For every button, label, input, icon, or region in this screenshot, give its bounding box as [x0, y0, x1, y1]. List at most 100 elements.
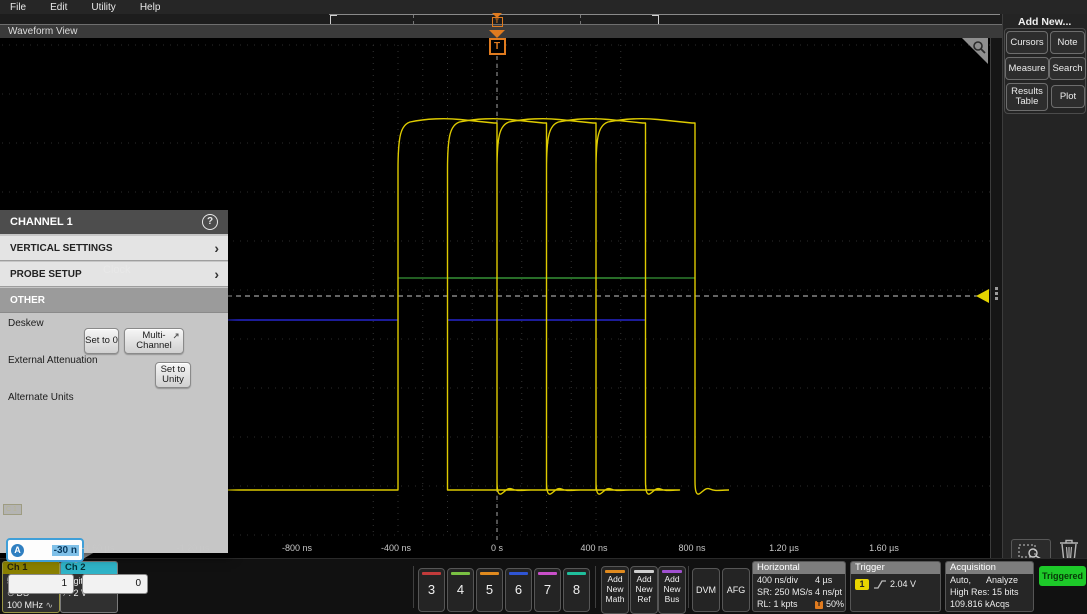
attenuation-field-1[interactable] — [8, 574, 74, 594]
menu-edit[interactable]: Edit — [50, 2, 67, 13]
ref-color-stripe — [634, 570, 654, 573]
ch8-button[interactable]: 8 — [563, 568, 590, 612]
triggered-badge: Triggered — [1039, 566, 1086, 586]
ch5-button[interactable]: 5 — [476, 568, 503, 612]
ch5-color-stripe — [480, 572, 499, 575]
ch6-label: 6 — [506, 582, 531, 597]
vertical-scroll-strip[interactable] — [990, 38, 1002, 558]
deskew-input[interactable]: A -30 n — [6, 538, 84, 562]
ch6-button[interactable]: 6 — [505, 568, 532, 612]
trigger-position-arrow-icon — [489, 30, 505, 38]
trigger-position-marker[interactable]: T — [488, 30, 506, 55]
attenuation-field-2[interactable] — [82, 574, 148, 594]
trigger-level-value: 2.04 V — [890, 578, 916, 590]
acquisition-mode: Auto, — [950, 575, 971, 585]
section-label: PROBE SETUP — [10, 269, 82, 280]
sample-interval: 4 ns/pt — [815, 586, 842, 598]
results-table-button[interactable]: Results Table — [1006, 83, 1048, 111]
horizontal-position: 50% — [826, 599, 844, 609]
note-button[interactable]: Note — [1050, 31, 1085, 54]
axis-tick-label: 400 ns — [580, 543, 607, 553]
dialog-title[interactable]: CHANNEL 1 — [0, 210, 228, 234]
add-ref-label: Add New Ref — [631, 575, 657, 604]
trigger-source-badge: 1 — [855, 579, 869, 590]
add-new-math-button[interactable]: Add New Math — [601, 566, 629, 614]
ch3-label: 3 — [419, 582, 444, 597]
trigger-title: Trigger — [851, 562, 940, 574]
bus-color-stripe — [662, 570, 682, 573]
ch3-button[interactable]: 3 — [418, 568, 445, 612]
magnifier-icon — [972, 40, 986, 54]
horizontal-window: 4 µs — [815, 574, 832, 586]
divider — [595, 566, 596, 608]
section-other[interactable]: OTHER — [0, 288, 228, 313]
menu-utility[interactable]: Utility — [91, 2, 115, 13]
menu-file[interactable]: File — [10, 2, 26, 13]
acquisition-count: 109.816 kAcqs — [946, 598, 1033, 610]
plot-button[interactable]: Plot — [1051, 85, 1085, 108]
deskew-value: -30 n — [52, 545, 79, 556]
ch1-bandwidth: 100 MHz — [7, 600, 43, 610]
ch4-color-stripe — [451, 572, 470, 575]
help-icon[interactable]: ? — [202, 214, 218, 230]
menu-help[interactable]: Help — [140, 2, 161, 13]
axis-tick-label: 1.60 µs — [869, 543, 899, 553]
minimap-tick — [413, 15, 414, 24]
acquisition-panel[interactable]: Acquisition Auto,Analyze High Res: 15 bi… — [945, 561, 1034, 612]
bandwidth-icon: ∿ — [46, 600, 54, 610]
multi-channel-button[interactable]: Multi-Channel — [124, 328, 184, 354]
acquisition-title: Acquisition — [946, 562, 1033, 574]
add-bus-label: Add New Bus — [659, 575, 685, 604]
trigger-level-handle[interactable] — [976, 289, 989, 303]
ch7-color-stripe — [538, 572, 557, 575]
knob-a-icon: A — [11, 544, 24, 557]
trigger-marker-icon: T — [492, 17, 503, 27]
deskew-label: Deskew — [8, 318, 44, 329]
ch7-label: 7 — [535, 582, 560, 597]
add-new-title: Add New... — [1018, 16, 1071, 28]
external-attenuation-label: External Attenuation — [8, 355, 98, 366]
corner-zoom-control[interactable] — [962, 38, 988, 64]
dvm-button[interactable]: DVM — [692, 568, 720, 612]
axis-tick-label: 800 ns — [678, 543, 705, 553]
acquisition-analyze: Analyze — [986, 574, 1018, 586]
horizontal-scale: 400 ns/div — [757, 575, 798, 585]
chevron-right-icon: › — [214, 262, 219, 287]
add-new-bus-button[interactable]: Add New Bus — [658, 566, 686, 614]
axis-tick-label: 1.20 µs — [769, 543, 799, 553]
math-color-stripe — [605, 570, 625, 573]
trigger-panel[interactable]: Trigger 1 2.04 V — [850, 561, 941, 612]
oscilloscope-app: File Edit Utility Help T Waveform View T — [0, 0, 1087, 614]
add-new-ref-button[interactable]: Add New Ref — [630, 566, 658, 614]
section-vertical-settings[interactable]: VERTICAL SETTINGS › — [0, 236, 228, 261]
axis-tick-label: -800 ns — [282, 543, 312, 553]
waveform-view-title: Waveform View — [8, 26, 77, 37]
menu-bar: File Edit Utility Help — [0, 0, 1087, 14]
divider — [413, 566, 414, 608]
axis-tick-label: -1.60 µs — [82, 543, 115, 553]
ch8-color-stripe — [567, 572, 586, 575]
record-length: RL: 1 kpts — [757, 599, 798, 609]
add-math-label: Add New Math — [602, 575, 628, 604]
ch8-label: 8 — [564, 582, 589, 597]
set-to-unity-button[interactable]: Set to Unity — [155, 362, 191, 388]
ch6-color-stripe — [509, 572, 528, 575]
ch1-waveform-handle[interactable]: C 1 — [3, 504, 22, 515]
measure-button[interactable]: Measure — [1005, 57, 1049, 80]
digital-label-clock: Clock — [103, 264, 131, 276]
set-to-zero-button[interactable]: Set to 0 — [84, 328, 119, 354]
search-button[interactable]: Search — [1049, 57, 1086, 80]
axis-tick-label: -400 ns — [381, 543, 411, 553]
cursors-button[interactable]: Cursors — [1006, 31, 1048, 54]
horizontal-panel[interactable]: Horizontal 400 ns/div4 µs SR: 250 MS/s4 … — [752, 561, 846, 612]
ch3-color-stripe — [422, 572, 441, 575]
minimap-tick — [580, 15, 581, 24]
ch7-button[interactable]: 7 — [534, 568, 561, 612]
sample-rate: SR: 250 MS/s — [757, 587, 813, 597]
scroll-grip-dots-icon[interactable] — [995, 287, 998, 290]
alternate-units-label: Alternate Units — [8, 392, 74, 403]
trigger-position-t-icon: T — [489, 38, 506, 55]
ch4-button[interactable]: 4 — [447, 568, 474, 612]
minimap-trigger-marker[interactable]: T — [489, 13, 505, 28]
afg-button[interactable]: AFG — [722, 568, 750, 612]
